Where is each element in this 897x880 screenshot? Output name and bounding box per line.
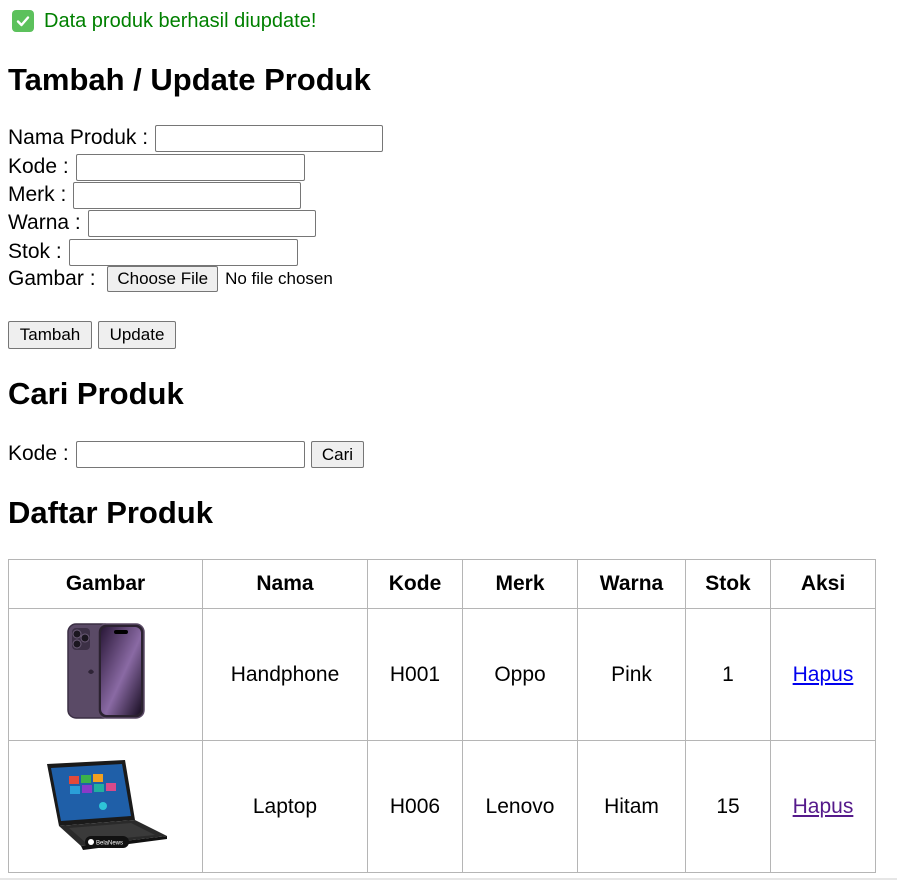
warna-input[interactable] [87, 209, 316, 237]
gambar-row: Gambar : Choose File No file chosen [8, 265, 333, 293]
row-aksi-cell: Hapus [770, 608, 876, 741]
kode-label: Kode : [8, 155, 75, 178]
kode-input[interactable] [75, 153, 305, 181]
hapus-link[interactable]: Hapus [793, 795, 854, 818]
row-merk: Oppo [462, 608, 578, 741]
search-row: Kode : [8, 440, 305, 468]
laptop-image: BelaNews [46, 759, 167, 850]
merk-row: Merk : [8, 181, 302, 209]
stok-label: Stok : [8, 240, 68, 263]
row-kode: H001 [367, 608, 463, 741]
row-image-cell: BelaNews [8, 740, 203, 873]
row-warna: Pink [577, 608, 686, 741]
image-watermark: BelaNews [96, 840, 123, 846]
check-icon [12, 10, 34, 32]
header-merk: Merk [462, 559, 578, 609]
tambah-button[interactable]: Tambah [8, 321, 92, 349]
header-gambar: Gambar [8, 559, 203, 609]
row-nama: Handphone [202, 608, 368, 741]
row-nama: Laptop [202, 740, 368, 873]
row-warna: Hitam [577, 740, 686, 873]
warna-row: Warna : [8, 209, 316, 237]
table-row: BelaNews Laptop H006 Lenovo Hitam 15 Hap… [8, 740, 876, 873]
search-title: Cari Produk [8, 376, 184, 411]
choose-file-button[interactable]: Choose File [107, 266, 219, 292]
stok-input[interactable] [68, 238, 298, 266]
warna-label: Warna : [8, 211, 87, 234]
kode-row: Kode : [8, 153, 305, 181]
header-kode: Kode [367, 559, 463, 609]
row-image-cell [8, 608, 203, 741]
row-aksi-cell: Hapus [770, 740, 876, 873]
form-title: Tambah / Update Produk [8, 62, 371, 97]
list-title: Daftar Produk [8, 495, 213, 530]
row-stok: 15 [685, 740, 771, 873]
hapus-link[interactable]: Hapus [793, 663, 854, 686]
header-nama: Nama [202, 559, 368, 609]
nama-produk-label: Nama Produk : [8, 126, 154, 149]
header-aksi: Aksi [770, 559, 876, 609]
header-stok: Stok [685, 559, 771, 609]
nama-produk-row: Nama Produk : [8, 124, 383, 152]
update-button[interactable]: Update [98, 321, 176, 349]
table-row: Handphone H001 Oppo Pink 1 Hapus [8, 608, 876, 741]
success-alert: Data produk berhasil diupdate! [12, 8, 316, 34]
cari-button[interactable]: Cari [311, 441, 364, 468]
merk-input[interactable] [73, 181, 302, 209]
product-table: Gambar Nama Kode Merk Warna Stok Aksi Ha… [8, 559, 876, 873]
search-kode-label: Kode : [8, 442, 75, 465]
row-stok: 1 [685, 608, 771, 741]
nama-produk-input[interactable] [154, 124, 383, 152]
row-kode: H006 [367, 740, 463, 873]
stok-row: Stok : [8, 238, 298, 266]
phone-image [66, 622, 145, 719]
file-status: No file chosen [225, 269, 333, 288]
gambar-label: Gambar : [8, 267, 102, 290]
search-kode-input[interactable] [75, 440, 305, 468]
merk-label: Merk : [8, 183, 73, 206]
header-warna: Warna [577, 559, 686, 609]
success-message: Data produk berhasil diupdate! [44, 9, 317, 32]
table-header-row: Gambar Nama Kode Merk Warna Stok Aksi [8, 559, 876, 609]
row-merk: Lenovo [462, 740, 578, 873]
